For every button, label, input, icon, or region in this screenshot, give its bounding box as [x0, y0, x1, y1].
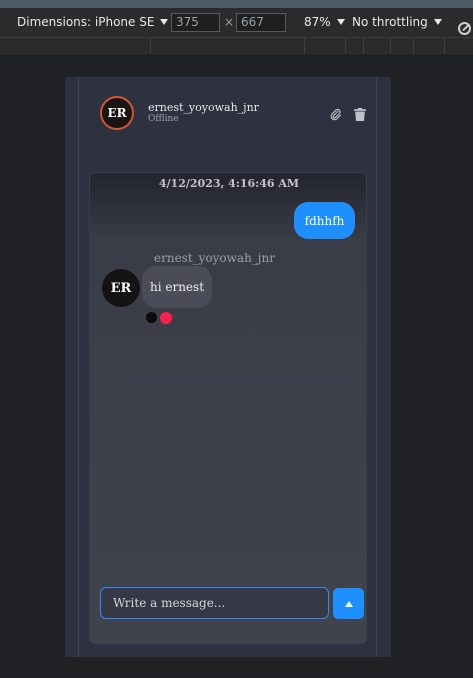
panel-divider [376, 77, 377, 657]
message-sender-name: ernest_yoyowah_jnr [154, 251, 275, 265]
rotate-icon[interactable] [458, 22, 471, 35]
device-viewport: ER ernest_yoyowah_jnr Offline 4/12/2023,… [65, 77, 391, 657]
browser-top-strip [0, 0, 473, 8]
dimensions-dropdown[interactable]: Dimensions: iPhone SE [17, 15, 169, 29]
chevron-down-icon [336, 19, 345, 25]
triangle-up-icon [344, 600, 353, 607]
incoming-message-bubble[interactable]: hi ernest [142, 266, 212, 308]
ruler-segment[interactable] [345, 38, 346, 54]
contact-status: Offline [148, 114, 179, 124]
devtools-device-toolbar: Dimensions: iPhone SE 375 × 667 87% No t… [0, 8, 473, 38]
reaction-dot-black[interactable] [146, 312, 157, 323]
ruler-segment[interactable] [363, 38, 364, 54]
contact-name: ernest_yoyowah_jnr [148, 101, 259, 114]
trash-icon[interactable] [354, 108, 366, 121]
ruler-segment[interactable] [304, 38, 305, 54]
throttling-dropdown[interactable]: No throttling [352, 15, 442, 29]
media-query-ruler [0, 38, 473, 54]
send-button[interactable] [333, 588, 364, 619]
height-input[interactable]: 667 [236, 13, 286, 32]
zoom-dropdown[interactable]: 87% [304, 15, 345, 29]
message-composer [90, 585, 368, 643]
contact-avatar[interactable]: ER [100, 96, 134, 130]
dimensions-label: Dimensions: iPhone SE [17, 15, 155, 29]
ruler-segment[interactable] [444, 38, 445, 54]
ruler-segment[interactable] [390, 38, 391, 54]
reaction-dot-red[interactable] [160, 312, 172, 324]
ruler-segment[interactable] [150, 38, 151, 54]
dimension-separator: × [224, 15, 235, 29]
paperclip-icon[interactable] [329, 108, 342, 121]
chat-header: ER ernest_yoyowah_jnr Offline [79, 77, 376, 167]
message-input[interactable] [100, 587, 329, 619]
message-list: 4/12/2023, 4:16:46 AM fdhhfh ernest_yoyo… [89, 172, 367, 644]
outgoing-message-bubble[interactable]: fdhhfh [294, 202, 355, 239]
sender-avatar[interactable]: ER [102, 269, 140, 307]
message-date: 4/12/2023, 4:16:46 AM [158, 177, 300, 190]
zoom-label: 87% [304, 15, 331, 29]
ruler-segment[interactable] [413, 38, 414, 54]
width-input[interactable]: 375 [171, 13, 220, 32]
throttling-label: No throttling [352, 15, 428, 29]
chevron-down-icon [160, 19, 169, 25]
chevron-down-icon [433, 19, 442, 25]
